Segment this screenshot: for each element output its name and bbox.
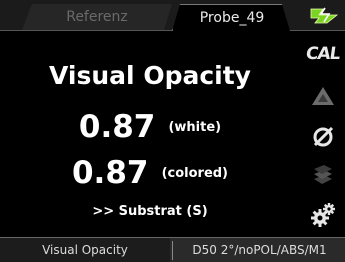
white-opacity-value: 0.87 — [78, 109, 156, 145]
tab-strip: Referenz Probe_49 — [0, 0, 345, 31]
white-opacity-row: 0.87 (white) — [0, 109, 300, 145]
mode-button[interactable]: Visual Opacity — [0, 238, 170, 262]
power-indicator-icon — [310, 7, 339, 24]
status-bar: Visual Opacity D50 2°/noPOL/ABS/M1 — [0, 237, 345, 262]
tab-referenz[interactable]: Referenz — [22, 4, 172, 30]
instrument-screen: Referenz Probe_49 Visual Opacity 0.87 (w… — [0, 0, 345, 262]
triangle-icon[interactable] — [300, 79, 345, 113]
side-toolbar: CAL — [300, 31, 345, 236]
measurement-panel: Visual Opacity 0.87 (white) 0.87 (colore… — [0, 31, 300, 236]
substrat-link[interactable]: >> Substrat (S) — [0, 204, 300, 219]
gear-icon[interactable] — [300, 197, 345, 233]
measurement-title: Visual Opacity — [49, 61, 251, 90]
colored-opacity-row: 0.87 (colored) — [0, 155, 300, 191]
colored-opacity-label: (colored) — [161, 165, 229, 181]
status-divider — [172, 241, 173, 260]
stack-icon[interactable] — [300, 159, 345, 193]
colored-opacity-value: 0.87 — [71, 155, 149, 191]
cal-icon-text: CAL — [304, 44, 341, 64]
cal-icon[interactable]: CAL — [300, 37, 345, 71]
slashed-circle-icon[interactable] — [300, 119, 345, 153]
white-opacity-label: (white) — [168, 119, 222, 135]
settings-button[interactable]: D50 2°/noPOL/ABS/M1 — [174, 238, 345, 262]
tab-probe[interactable]: Probe_49 — [172, 4, 290, 31]
